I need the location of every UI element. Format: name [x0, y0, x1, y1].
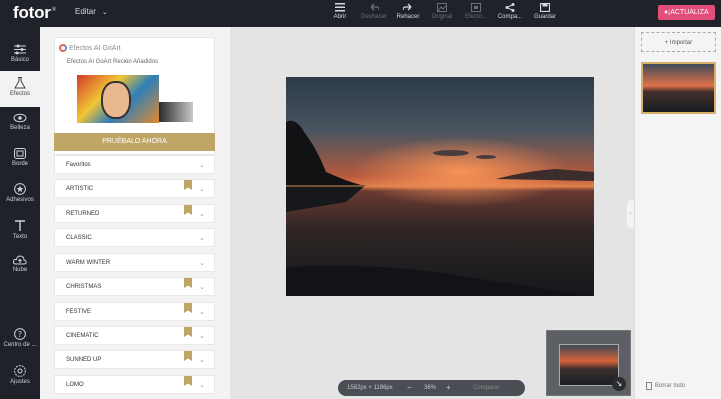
chevron-down-icon: ⌄	[199, 260, 205, 267]
chevron-down-icon: ⌄	[101, 9, 108, 16]
category-cinematic[interactable]: CINEMATIC ⌄	[54, 326, 215, 345]
eye-icon	[13, 113, 27, 123]
category-christmas[interactable]: CHRISTMAS ⌄	[54, 277, 215, 296]
category-favoritos[interactable]: Favoritos ⌄	[54, 155, 215, 174]
chevron-down-icon: ⌄	[199, 211, 205, 218]
menu-icon	[335, 3, 345, 12]
zoom-in-button[interactable]: +	[446, 383, 451, 392]
goart-logo-icon	[59, 44, 67, 52]
category-festive[interactable]: FESTIVE ⌄	[54, 302, 215, 321]
chevron-down-icon: ⌄	[199, 284, 205, 291]
sidebar-item-ajustes[interactable]: Ajustes	[0, 359, 40, 395]
right-panel: + Importar Borrar todo	[634, 27, 721, 399]
trash-icon	[646, 382, 652, 390]
save-icon	[540, 3, 550, 12]
save-button[interactable]: Guardar	[528, 3, 562, 20]
original-button[interactable]: Original	[425, 3, 459, 20]
top-bar: fotor® Editar ⌄ Abrir Deshacer Rehacer Or…	[0, 0, 721, 27]
goart-sample-image-small	[159, 102, 193, 122]
left-sidebar: Básico Efectos Belleza Borde Adhesivos T…	[0, 27, 40, 399]
edit-menu[interactable]: Editar ⌄	[75, 7, 108, 16]
help-icon: ?	[14, 328, 26, 340]
share-button[interactable]: Compa...	[493, 3, 527, 20]
sidebar-item-basico[interactable]: Básico	[0, 38, 40, 74]
premium-badge-icon	[184, 205, 192, 215]
effect-button[interactable]: Efecto...	[459, 3, 493, 20]
premium-badge-icon	[184, 376, 192, 386]
open-button[interactable]: Abrir	[323, 3, 357, 20]
compare-button[interactable]: Comparar	[473, 385, 500, 391]
sidebar-item-adhesivos[interactable]: Adhesivos	[0, 177, 40, 213]
promo-title: Efectos AI GoArt	[69, 45, 121, 52]
chevron-right-icon: ›	[629, 211, 632, 217]
edited-photo[interactable]	[286, 77, 594, 296]
image-thumbnail[interactable]	[641, 62, 716, 114]
svg-text:?: ?	[18, 330, 22, 339]
zoom-level: 36%	[424, 385, 437, 391]
sidebar-item-texto[interactable]: Texto	[0, 214, 40, 250]
zoom-bar: 1582px × 1186px − 36% + Comparar	[338, 380, 525, 396]
effects-panel: Efectos AI GoArt Efectos AI GoArt Recién…	[40, 27, 230, 399]
upgrade-button[interactable]: ♦¡ACTUALIZA	[658, 5, 715, 20]
sliders-icon	[14, 44, 26, 55]
try-now-button[interactable]: PRUÉBALO AHORA	[54, 133, 215, 151]
clear-all-button[interactable]: Borrar todo	[646, 382, 685, 390]
expand-icon[interactable]: ↘	[612, 377, 626, 391]
image-dimensions: 1582px × 1186px	[347, 385, 393, 391]
sticker-icon	[14, 183, 26, 195]
premium-badge-icon	[184, 180, 192, 190]
goart-sample-image	[77, 75, 159, 123]
chevron-down-icon: ⌄	[199, 309, 205, 316]
chevron-down-icon: ⌄	[199, 357, 205, 364]
collapse-right-panel-button[interactable]: ›	[627, 200, 634, 228]
sidebar-item-belleza[interactable]: Belleza	[0, 107, 40, 143]
navigator-minimap[interactable]: ↘	[546, 330, 631, 396]
minimap-preview	[559, 344, 619, 386]
category-sunned-up[interactable]: SUNNED UP ⌄	[54, 350, 215, 369]
import-button[interactable]: + Importar	[641, 32, 716, 52]
share-icon	[505, 3, 515, 12]
frame-icon	[14, 148, 26, 159]
category-artistic[interactable]: ARTISTIC ⌄	[54, 179, 215, 198]
original-icon	[437, 3, 447, 12]
category-lomo[interactable]: LOMO ⌄	[54, 375, 215, 394]
chevron-down-icon: ⌄	[199, 235, 205, 242]
sidebar-item-efectos[interactable]: Efectos	[0, 71, 40, 107]
sidebar-item-borde[interactable]: Borde	[0, 142, 40, 178]
redo-icon	[403, 3, 412, 11]
premium-badge-icon	[184, 351, 192, 361]
flask-icon	[14, 77, 26, 89]
premium-badge-icon	[184, 327, 192, 337]
category-classic[interactable]: CLASSIC ⌄	[54, 228, 215, 247]
category-returned[interactable]: RETURNED ⌄	[54, 204, 215, 223]
cloud-icon	[13, 255, 27, 265]
zoom-out-button[interactable]: −	[407, 383, 412, 392]
chevron-down-icon: ⌄	[199, 186, 205, 193]
chevron-down-icon: ⌄	[199, 382, 205, 389]
sidebar-item-nube[interactable]: Nube	[0, 249, 40, 285]
category-warm-winter[interactable]: WARM WINTER ⌄	[54, 253, 215, 272]
premium-badge-icon	[184, 278, 192, 288]
fotor-logo[interactable]: fotor®	[13, 3, 56, 23]
chevron-down-icon: ⌄	[199, 162, 205, 169]
sidebar-item-help-center[interactable]: ? Centro de ...	[0, 322, 40, 358]
redo-button[interactable]: Rehacer	[391, 3, 425, 20]
chevron-down-icon: ⌄	[199, 333, 205, 340]
premium-badge-icon	[184, 303, 192, 313]
undo-button[interactable]: Deshacer	[357, 3, 391, 20]
undo-icon	[370, 3, 379, 11]
effect-icon	[471, 3, 481, 12]
text-icon	[15, 220, 25, 231]
promo-subtitle: Efectos AI GoArt Recién Añadidos	[67, 59, 159, 65]
settings-icon	[14, 365, 26, 377]
